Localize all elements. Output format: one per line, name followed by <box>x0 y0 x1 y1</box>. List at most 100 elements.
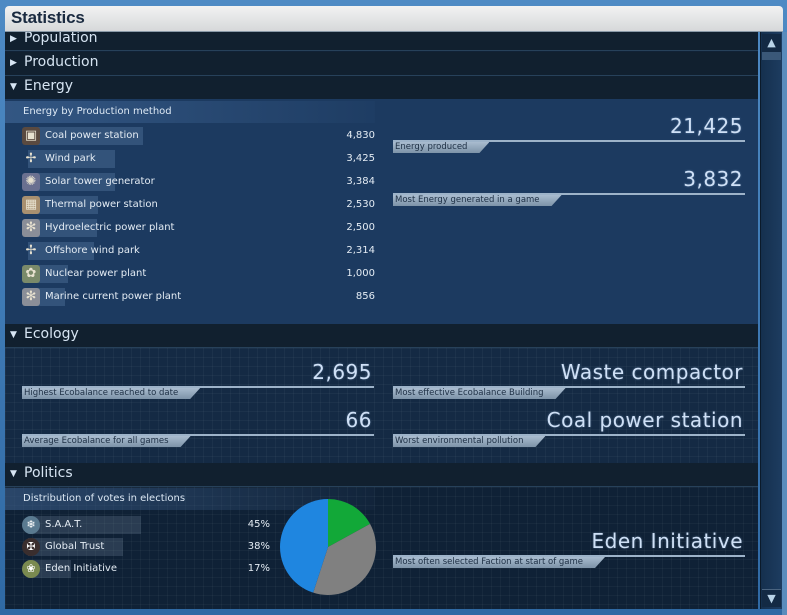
politics-subheader-text: Distribution of votes in elections <box>23 493 186 504</box>
coal-power-station-icon: ▣ <box>22 127 40 145</box>
statistics-window: Statistics ▶ Population ▶ Production ▼ E… <box>0 0 787 615</box>
energy-list-item: ✢ Wind park 3,425 <box>20 148 375 170</box>
stat-underline <box>393 386 745 388</box>
energy-item-name: Nuclear power plant <box>45 268 147 279</box>
faction-name: Eden Initiative <box>45 563 117 574</box>
solar-tower-icon: ✺ <box>22 173 40 191</box>
stat-caption: Most Energy generated in a game <box>393 195 562 206</box>
section-header-ecology[interactable]: ▼ Ecology <box>5 324 758 348</box>
section-label: Population <box>24 32 98 46</box>
collapse-arrow-icon: ▼ <box>10 82 17 92</box>
energy-item-value: 3,425 <box>346 153 375 164</box>
section-label: Energy <box>24 78 74 94</box>
faction-vote-percent: 45% <box>247 519 270 530</box>
title-bar: Statistics <box>5 6 783 32</box>
faction-name: S.A.A.T. <box>45 519 83 530</box>
energy-item-value: 856 <box>355 291 375 302</box>
stat-most-selected-faction: Eden Initiative Most often selected Fact… <box>393 529 745 568</box>
global-trust-faction-icon: ✠ <box>22 538 40 556</box>
stat-value: 3,832 <box>683 167 743 191</box>
energy-list-item: ✻ Hydroelectric power plant 2,500 <box>20 217 375 239</box>
stat-underline <box>393 434 745 436</box>
energy-subheader-text: Energy by Production method <box>23 106 172 117</box>
energy-section: Energy by Production method ▣ Coal power … <box>5 99 758 324</box>
nuclear-power-plant-icon: ✿ <box>22 265 40 283</box>
energy-list-item: ✢ Offshore wind park 2,314 <box>20 240 375 262</box>
energy-item-name: Wind park <box>45 153 96 164</box>
energy-item-value: 1,000 <box>346 268 375 279</box>
scroll-thumb[interactable] <box>762 52 781 60</box>
energy-item-value: 3,384 <box>346 176 375 187</box>
saat-faction-icon: ❄ <box>22 516 40 534</box>
stat-underline <box>393 555 745 557</box>
stat-caption: Worst environmental pollution <box>393 436 545 447</box>
votes-pie-chart <box>280 499 376 595</box>
politics-section: Distribution of votes in elections ❄ S.A.… <box>5 487 758 609</box>
stat-average-ecobalance: 66 Average Ecobalance for all games <box>22 408 374 447</box>
energy-list-item: ▦ Thermal power station 2,530 <box>20 194 375 216</box>
faction-list-item: ❄ S.A.A.T. 45% <box>20 515 270 535</box>
section-label: Politics <box>24 465 73 481</box>
hydroelectric-plant-icon: ✻ <box>22 219 40 237</box>
wind-park-icon: ✢ <box>25 151 37 166</box>
energy-item-value: 4,830 <box>346 130 375 141</box>
scroll-down-button[interactable]: ▼ <box>762 589 781 607</box>
stat-value: Coal power station <box>546 408 743 432</box>
energy-item-name: Offshore wind park <box>45 245 140 256</box>
offshore-wind-park-icon: ✢ <box>25 243 37 258</box>
stat-most-energy-in-game: 3,832 Most Energy generated in a game <box>393 167 745 206</box>
faction-list-item: ✠ Global Trust 38% <box>20 537 270 557</box>
stat-underline <box>22 434 374 436</box>
faction-vote-percent: 38% <box>247 541 270 552</box>
stat-caption: Highest Ecobalance reached to date <box>22 388 200 399</box>
vertical-scrollbar[interactable]: ▲ ▼ <box>760 32 782 609</box>
energy-item-name: Solar tower generator <box>45 176 155 187</box>
section-label: Ecology <box>24 326 79 342</box>
stat-most-effective-building: Waste compactor Most effective Ecobalanc… <box>393 360 745 396</box>
energy-item-name: Coal power station <box>45 130 139 141</box>
section-header-politics[interactable]: ▼ Politics <box>5 463 758 487</box>
energy-list-item: ▣ Coal power station 4,830 <box>20 125 375 147</box>
stat-value: 66 <box>345 408 372 432</box>
stat-underline <box>22 386 374 388</box>
stat-underline <box>393 140 745 142</box>
expand-arrow-icon: ▶ <box>10 34 17 44</box>
energy-item-name: Hydroelectric power plant <box>45 222 175 233</box>
marine-current-plant-icon: ✻ <box>22 288 40 306</box>
collapse-arrow-icon: ▼ <box>10 330 17 340</box>
energy-list-item: ✻ Marine current power plant 856 <box>20 286 375 308</box>
stat-value: Waste compactor <box>560 360 743 384</box>
stat-energy-produced: 21,425 Energy produced <box>393 114 745 150</box>
stat-value: 21,425 <box>670 114 743 138</box>
energy-list-item: ✺ Solar tower generator 3,384 <box>20 171 375 193</box>
faction-list-item: ❀ Eden Initiative 17% <box>20 559 270 579</box>
collapse-arrow-icon: ▼ <box>10 469 17 479</box>
stat-underline <box>393 193 745 195</box>
faction-name: Global Trust <box>45 541 105 552</box>
section-header-energy[interactable]: ▼ Energy <box>5 76 758 100</box>
energy-item-value: 2,314 <box>346 245 375 256</box>
stat-caption: Most often selected Faction at start of … <box>393 557 605 568</box>
energy-item-name: Marine current power plant <box>45 291 182 302</box>
stat-value: 2,695 <box>312 360 372 384</box>
stat-worst-pollution: Coal power station Worst environmental p… <box>393 408 745 447</box>
section-label: Production <box>24 54 99 70</box>
window-border <box>782 32 787 615</box>
energy-item-name: Thermal power station <box>45 199 158 210</box>
thermal-power-station-icon: ▦ <box>22 196 40 214</box>
window-title: Statistics <box>11 8 85 27</box>
faction-vote-percent: 17% <box>247 563 270 574</box>
stat-highest-ecobalance: 2,695 Highest Ecobalance reached to date <box>22 360 374 399</box>
ecology-section: 2,695 Highest Ecobalance reached to date… <box>5 348 758 468</box>
energy-list-item: ✿ Nuclear power plant 1,000 <box>20 263 375 285</box>
expand-arrow-icon: ▶ <box>10 58 17 68</box>
section-header-population[interactable]: ▶ Population <box>5 32 758 51</box>
energy-item-value: 2,530 <box>346 199 375 210</box>
section-header-production[interactable]: ▶ Production <box>5 52 758 76</box>
eden-initiative-faction-icon: ❀ <box>22 560 40 578</box>
stat-value: Eden Initiative <box>591 529 743 553</box>
scroll-up-button[interactable]: ▲ <box>762 34 781 52</box>
energy-subheader: Energy by Production method <box>5 101 375 123</box>
stat-caption: Average Ecobalance for all games <box>22 436 191 447</box>
statistics-content: ▶ Population ▶ Production ▼ Energy Energ… <box>5 32 758 609</box>
